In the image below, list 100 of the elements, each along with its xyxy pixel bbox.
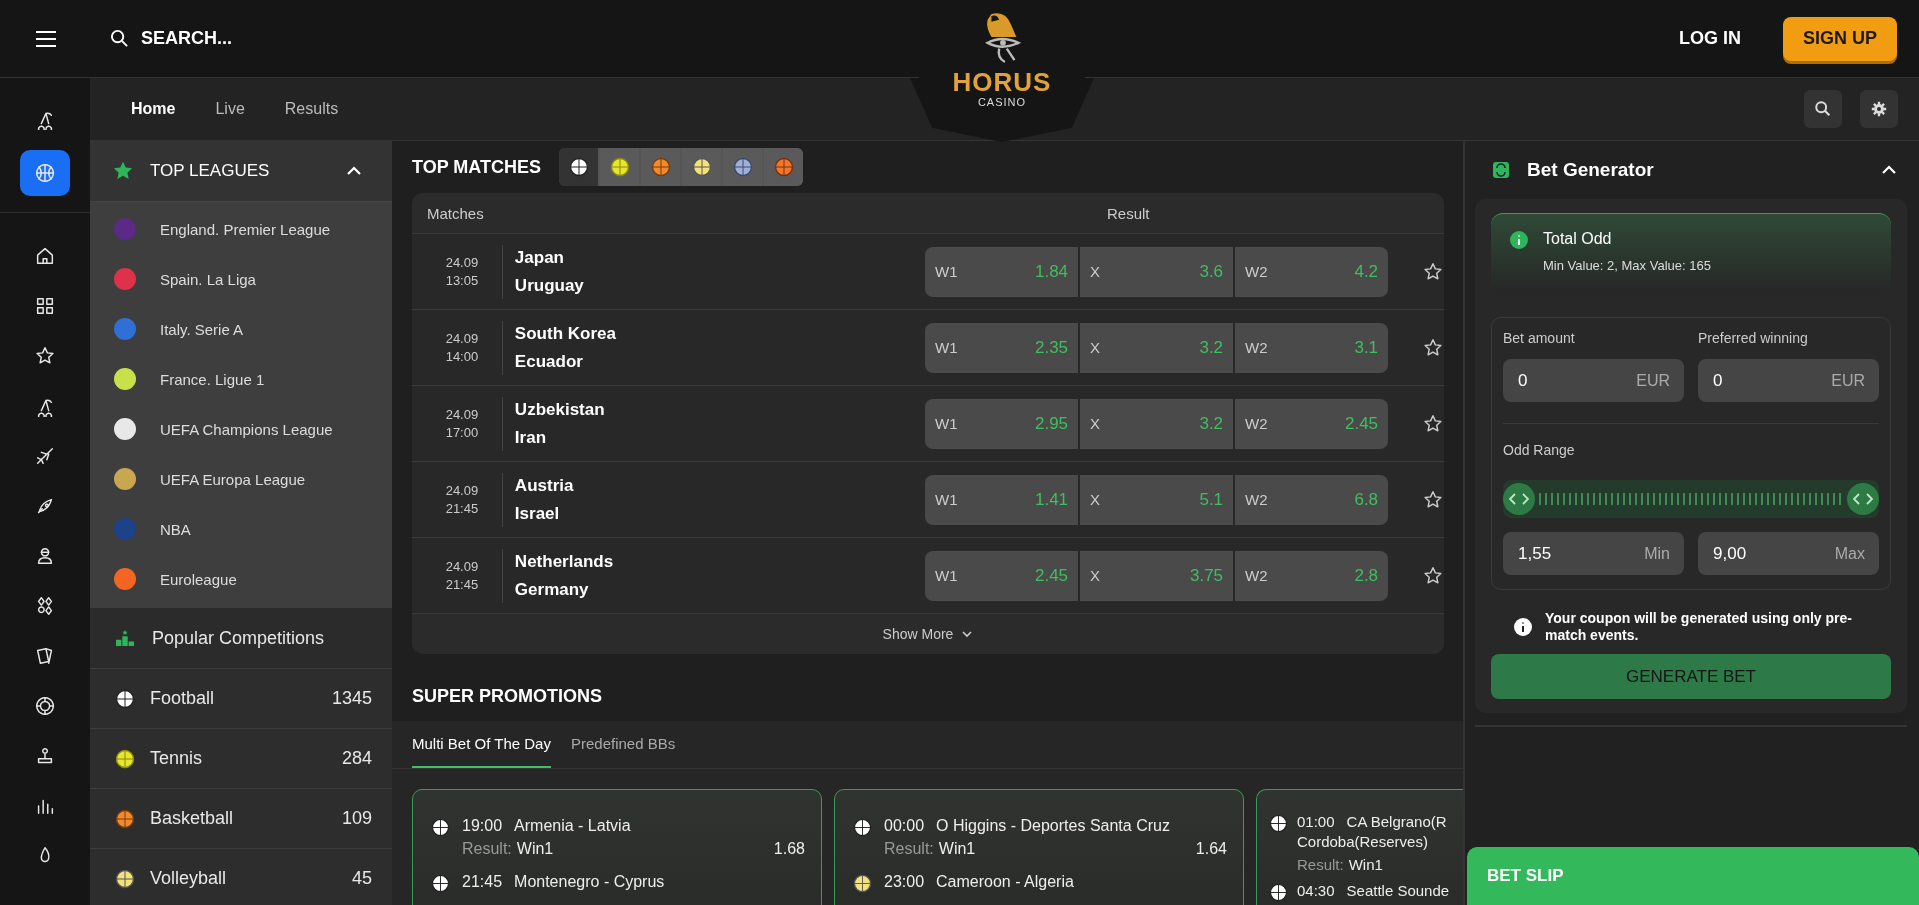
league-item[interactable]: NBA	[90, 504, 392, 554]
league-item[interactable]: France. Ligue 1	[90, 354, 392, 404]
match-time: 21:45	[445, 499, 479, 518]
event-name: Seattle Sounde	[1346, 881, 1450, 901]
sport-item[interactable]: Tennis 284	[90, 729, 392, 789]
league-item[interactable]: Italy. Serie A	[90, 304, 392, 354]
amount-field[interactable]: 0 EUR	[1503, 359, 1684, 402]
nav-tab[interactable]: Live	[215, 100, 245, 118]
odds-button[interactable]: X 3.6	[1080, 246, 1234, 297]
signup-button[interactable]: SIGN UP	[1783, 16, 1897, 61]
event-time: 19:00	[462, 816, 503, 836]
odds-button[interactable]: W2 2.8	[1235, 550, 1389, 601]
event-time: 23:00	[884, 872, 925, 892]
odds-button[interactable]: X 3.2	[1080, 322, 1234, 373]
settings-button[interactable]	[1860, 90, 1898, 128]
event-name: CA Belgrano(R	[1346, 812, 1447, 832]
multi-bet-card[interactable]: 01:00 CA Belgrano(R Cordoba(Reserves) Result: Win1 04:30 Seattle Sounde	[1256, 789, 1463, 905]
team-name: Netherlands	[514, 551, 615, 572]
football-ball-icon	[1269, 814, 1288, 833]
total-odd-title: Total Odd	[1543, 230, 1613, 248]
odds-button[interactable]: W2 3.1	[1235, 322, 1389, 373]
odds-button[interactable]: W1 1.84	[925, 246, 1079, 297]
american-football-ball-icon	[773, 157, 794, 177]
sport-item[interactable]: Football 1345	[90, 669, 392, 729]
football-ball-icon	[431, 874, 450, 893]
league-item[interactable]: England. Premier League	[90, 204, 392, 254]
match-date: 24.09	[445, 481, 479, 500]
multi-bet-card[interactable]: 00:00 O Higgins - Deportes Santa Cruz Result: Win1 1.64 23:00 Cameroon - Algeria	[834, 789, 1244, 905]
login-link[interactable]: LOG IN	[1679, 28, 1741, 49]
result-value: Win1	[516, 840, 555, 858]
odds-button[interactable]: W1 2.35	[925, 322, 1079, 373]
search-icon	[1814, 100, 1832, 118]
odds-button[interactable]: W1 1.41	[925, 474, 1079, 525]
section-title: TOP LEAGUES	[150, 161, 271, 181]
event-time: 01:00	[1297, 812, 1335, 832]
team-name: Uruguay	[514, 275, 585, 296]
slider-handle[interactable]	[1503, 483, 1535, 515]
column-header: Result	[1107, 204, 1150, 222]
result-value: Win1	[938, 840, 977, 858]
match-date: 24.09	[445, 405, 479, 424]
sport-filter-button[interactable]	[559, 148, 598, 186]
result-label: Result:	[462, 840, 512, 858]
league-item[interactable]: UEFA Champions League	[90, 404, 392, 454]
odd-limit-field[interactable]: 9,00 Max	[1698, 532, 1879, 575]
event-name: O Higgins - Deportes Santa Cruz	[936, 816, 1170, 836]
odds-button[interactable]: W2 4.2	[1235, 246, 1389, 297]
football-ball-icon	[568, 157, 589, 177]
settings-icon	[1870, 100, 1888, 118]
slider-handle[interactable]	[1847, 483, 1879, 515]
chevron-icon	[1881, 165, 1897, 175]
section-title: TOP MATCHES	[412, 156, 541, 178]
result-label: Result:	[884, 840, 934, 858]
search-field[interactable]: SEARCH...	[110, 27, 263, 50]
football-ball-icon	[431, 818, 450, 837]
event-name: Montenegro - Cyprus	[514, 872, 665, 892]
match-time: 14:00	[445, 347, 479, 366]
odds-button[interactable]: W1 2.95	[925, 398, 1079, 449]
top-leagues-header[interactable]: TOP LEAGUES	[90, 141, 392, 202]
odd-limit-field[interactable]: 1,55 Min	[1503, 532, 1684, 575]
odd-range-slider[interactable]	[1503, 480, 1879, 518]
odds-button[interactable]: W1 2.45	[925, 550, 1079, 601]
event-name: Cameroon - Algeria	[936, 872, 1074, 892]
league-item[interactable]: Euroleague	[90, 554, 392, 604]
show-more-link[interactable]: Show More	[882, 626, 974, 642]
nav-tab[interactable]: Results	[284, 100, 339, 118]
match-time: 21:45	[445, 575, 479, 594]
volleyball-ball-icon	[115, 868, 135, 889]
menu-icon[interactable]	[36, 30, 56, 47]
search-icon	[110, 29, 129, 48]
info-icon	[1509, 230, 1529, 250]
basketball-ball-icon	[115, 808, 135, 829]
promotion-tab[interactable]: Predefined BBs	[570, 721, 676, 768]
result-label: Result:	[1297, 856, 1344, 873]
odds-button[interactable]: W2 2.45	[1235, 398, 1389, 449]
match-date: 24.09	[445, 253, 479, 272]
amount-field[interactable]: 0 EUR	[1698, 359, 1879, 402]
chevron-icon	[346, 166, 362, 176]
odds-button[interactable]: X 5.1	[1080, 474, 1234, 525]
rail-menu-item[interactable]	[20, 150, 70, 196]
result-value: Win1	[1348, 856, 1384, 873]
multi-bet-card[interactable]: 19:00 Armenia - Latvia Result: Win1 1.68 21:45 Montenegro - Cyprus	[412, 789, 822, 905]
bet-generator-header[interactable]: Bet Generator	[1475, 141, 1907, 199]
search-button[interactable]	[1804, 90, 1842, 128]
podium-icon	[114, 629, 136, 647]
basketball-ball-icon	[650, 157, 671, 177]
match-date: 24.09	[445, 329, 479, 348]
team-name: Iran	[514, 427, 548, 448]
league-item[interactable]: UEFA Europa League	[90, 454, 392, 504]
odds-button[interactable]: W2 6.8	[1235, 474, 1389, 525]
tennis-ball-icon	[609, 157, 630, 177]
league-item[interactable]: Spain. La Liga	[90, 254, 392, 304]
nav-tab[interactable]: Home	[131, 100, 176, 118]
roulette-icon	[34, 695, 56, 717]
team-name: Austria	[514, 475, 575, 496]
odds-button[interactable]: X 3.2	[1080, 398, 1234, 449]
team-name: Japan	[514, 247, 565, 268]
event-time: 00:00	[884, 816, 925, 836]
field-label: Bet amount	[1503, 330, 1576, 346]
sport-item[interactable]: Basketball 109	[90, 789, 392, 849]
odds-button[interactable]: X 3.75	[1080, 550, 1234, 601]
